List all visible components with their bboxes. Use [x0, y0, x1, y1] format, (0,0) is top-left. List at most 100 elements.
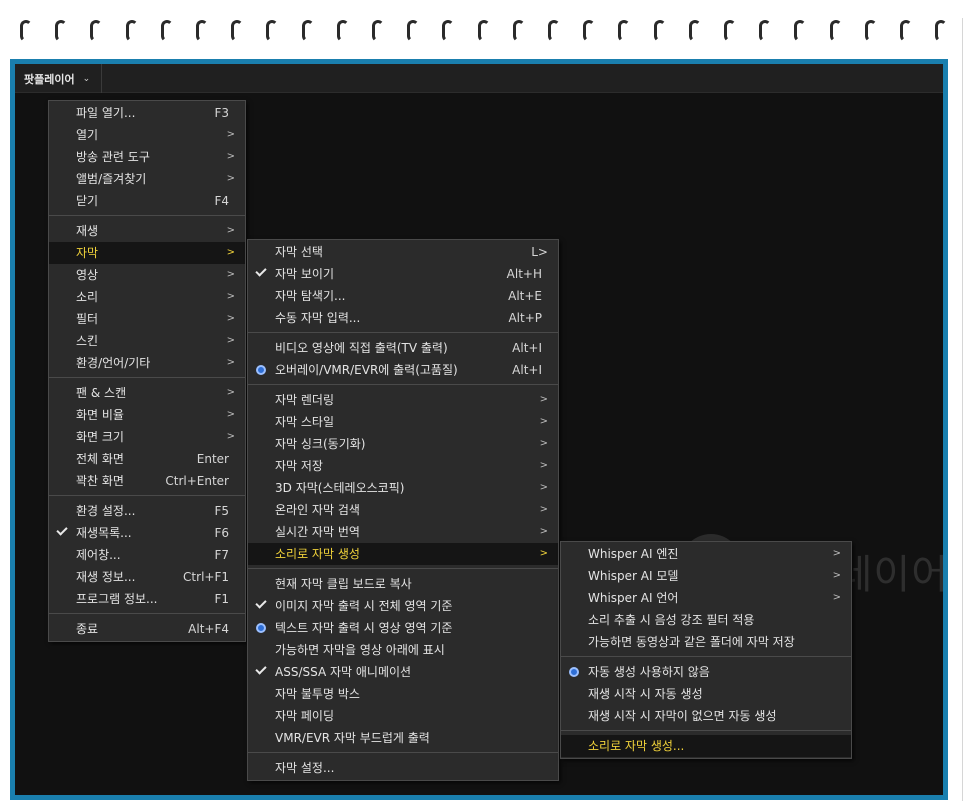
- menu-item-fullscreen[interactable]: 전체 화면 Enter: [49, 448, 245, 470]
- submenu-item-image-full-area[interactable]: 이미지 자막 출력 시 전체 영역 기준: [248, 595, 558, 617]
- submenu-item-fading[interactable]: 자막 페이딩: [248, 705, 558, 727]
- submenu-item-below-video[interactable]: 가능하면 자막을 영상 아래에 표시: [248, 639, 558, 661]
- menu-label: 가능하면 자막을 영상 아래에 표시: [275, 643, 445, 657]
- chevron-right-icon: >: [226, 313, 235, 324]
- radio-selected-icon: [569, 667, 579, 677]
- submenu-item-auto-on-play[interactable]: 재생 시작 시 자동 생성: [561, 683, 851, 705]
- menu-item-broadcast-tools[interactable]: 방송 관련 도구 >: [49, 146, 245, 168]
- menu-item-pan-scan[interactable]: 팬 & 스캔 >: [49, 382, 245, 404]
- menu-item-open-file[interactable]: 파일 열기... F3: [49, 102, 245, 124]
- main-context-menu: 파일 열기... F3 열기 > 방송 관련 도구 > 앨범/즐겨찾기 > 닫기 F4 재…: [48, 100, 246, 642]
- binding-ring: [583, 20, 596, 42]
- submenu-item-opaque-box[interactable]: 자막 불투명 박스: [248, 683, 558, 705]
- menu-item-env-language[interactable]: 환경/언어/기타 >: [49, 352, 245, 374]
- menu-label: 온라인 자막 검색: [275, 503, 360, 517]
- menu-item-control-panel[interactable]: 제어창... F7: [49, 544, 245, 566]
- app-menu-label: 팟플레이어: [24, 72, 75, 86]
- submenu-item-whisper-language[interactable]: Whisper AI 언어 >: [561, 587, 851, 609]
- menu-separator: [49, 215, 245, 216]
- submenu-item-subtitle-explorer[interactable]: 자막 탐색기... Alt+E: [248, 285, 558, 307]
- menu-item-video[interactable]: 영상 >: [49, 264, 245, 286]
- submenu-item-subtitle-settings[interactable]: 자막 설정...: [248, 757, 558, 779]
- submenu-item-3d[interactable]: 3D 자막(스테레오스코픽) >: [248, 477, 558, 499]
- menu-shortcut: Alt+F4: [188, 622, 229, 636]
- menu-label: 닫기: [76, 194, 99, 208]
- binding-ring: [301, 20, 314, 42]
- submenu-item-realtime-translate[interactable]: 실시간 자막 번역 >: [248, 521, 558, 543]
- submenu-item-smooth-output[interactable]: VMR/EVR 자막 부드럽게 출력: [248, 727, 558, 749]
- submenu-item-save-same-folder[interactable]: 가능하면 동영상과 같은 폴더에 자막 저장: [561, 631, 851, 653]
- submenu-item-text-video-area[interactable]: 텍스트 자막 출력 시 영상 영역 기준: [248, 617, 558, 639]
- submenu-item-auto-if-missing[interactable]: 재생 시작 시 자막이 없으면 자동 생성: [561, 705, 851, 727]
- menu-item-skin[interactable]: 스킨 >: [49, 330, 245, 352]
- menu-label: 자막 렌더링: [275, 393, 335, 407]
- submenu-item-generate-now[interactable]: 소리로 자막 생성...: [561, 735, 851, 757]
- submenu-item-select-subtitle[interactable]: 자막 선택 L>: [248, 241, 558, 263]
- menu-label: 수동 자막 입력...: [275, 311, 361, 325]
- menu-item-playlist[interactable]: 재생목록... F6: [49, 522, 245, 544]
- chevron-right-icon: >: [539, 504, 548, 515]
- submenu-item-voice-emphasis-filter[interactable]: 소리 추출 시 음성 강조 필터 적용: [561, 609, 851, 631]
- checkmark-icon: [56, 524, 68, 536]
- menu-item-aspect-ratio[interactable]: 화면 비율 >: [49, 404, 245, 426]
- menu-label: 오버레이/VMR/EVR에 출력(고품질): [275, 363, 458, 377]
- submenu-item-whisper-engine[interactable]: Whisper AI 엔진 >: [561, 543, 851, 565]
- submenu-item-show-subtitles[interactable]: 자막 보이기 Alt+H: [248, 263, 558, 285]
- binding-ring: [477, 20, 490, 42]
- menu-item-open[interactable]: 열기 >: [49, 124, 245, 146]
- menu-item-close[interactable]: 닫기 F4: [49, 190, 245, 212]
- submenu-item-ass-animation[interactable]: ASS/SSA 자막 애니메이션: [248, 661, 558, 683]
- chevron-right-icon: >: [539, 416, 548, 427]
- chevron-right-icon: >: [539, 460, 548, 471]
- chevron-right-icon: >: [226, 247, 235, 258]
- binding-ring: [724, 20, 736, 42]
- submenu-item-save[interactable]: 자막 저장 >: [248, 455, 558, 477]
- menu-label: 자막 선택: [275, 245, 323, 259]
- menu-label: 종료: [76, 622, 99, 636]
- app-menu-button[interactable]: 팟플레이어 ⌄: [15, 64, 102, 93]
- radio-selected-icon: [256, 623, 266, 633]
- submenu-item-generate-from-audio[interactable]: 소리로 자막 생성 >: [248, 543, 558, 565]
- menu-shortcut: F7: [214, 548, 229, 562]
- menu-item-screen-size[interactable]: 화면 크기 >: [49, 426, 245, 448]
- menu-item-playback[interactable]: 재생 >: [49, 220, 245, 242]
- submenu-item-direct-output[interactable]: 비디오 영상에 직접 출력(TV 출력) Alt+I: [248, 337, 558, 359]
- menu-item-exit[interactable]: 종료 Alt+F4: [49, 618, 245, 640]
- menu-label: 필터: [76, 312, 99, 326]
- chevron-right-icon: >: [226, 225, 235, 236]
- menu-item-subtitles[interactable]: 자막 >: [49, 242, 245, 264]
- menu-label: 열기: [76, 128, 99, 142]
- menu-item-about[interactable]: 프로그램 정보... F1: [49, 588, 245, 610]
- binding-ring: [20, 20, 32, 42]
- submenu-item-whisper-model[interactable]: Whisper AI 모델 >: [561, 565, 851, 587]
- binding-ring: [900, 20, 912, 42]
- submenu-item-auto-off[interactable]: 자동 생성 사용하지 않음: [561, 661, 851, 683]
- menu-shortcut: F4: [214, 194, 229, 208]
- submenu-item-rendering[interactable]: 자막 렌더링 >: [248, 389, 558, 411]
- menu-label: 재생 시작 시 자막이 없으면 자동 생성: [588, 709, 777, 723]
- chevron-down-icon: ⌄: [82, 73, 91, 84]
- menu-shortcut: L>: [531, 245, 548, 259]
- submenu-item-manual-input[interactable]: 수동 자막 입력... Alt+P: [248, 307, 558, 329]
- menu-label: 방송 관련 도구: [76, 150, 150, 164]
- menu-label: 실시간 자막 번역: [275, 525, 360, 539]
- menu-label: 자막 불투명 박스: [275, 687, 360, 701]
- submenu-item-style[interactable]: 자막 스타일 >: [248, 411, 558, 433]
- submenu-item-sync[interactable]: 자막 싱크(동기화) >: [248, 433, 558, 455]
- submenu-item-online-search[interactable]: 온라인 자막 검색 >: [248, 499, 558, 521]
- menu-item-fill-screen[interactable]: 꽉찬 화면 Ctrl+Enter: [49, 470, 245, 492]
- chevron-right-icon: >: [226, 173, 235, 184]
- menu-label: 자동 생성 사용하지 않음: [588, 665, 710, 679]
- binding-ring: [55, 20, 68, 42]
- menu-item-filter[interactable]: 필터 >: [49, 308, 245, 330]
- menu-label: 화면 크기: [76, 430, 124, 444]
- menu-item-preferences[interactable]: 환경 설정... F5: [49, 500, 245, 522]
- menu-item-audio[interactable]: 소리 >: [49, 286, 245, 308]
- menu-label: 제어창...: [76, 548, 121, 562]
- submenu-item-overlay-output[interactable]: 오버레이/VMR/EVR에 출력(고품질) Alt+I: [248, 359, 558, 381]
- binding-ring: [653, 20, 666, 42]
- submenu-item-copy-clipboard[interactable]: 현재 자막 클립 보드로 복사: [248, 573, 558, 595]
- checkmark-icon: [255, 597, 267, 609]
- menu-item-album-favorites[interactable]: 앨범/즐겨찾기 >: [49, 168, 245, 190]
- menu-item-playback-info[interactable]: 재생 정보... Ctrl+F1: [49, 566, 245, 588]
